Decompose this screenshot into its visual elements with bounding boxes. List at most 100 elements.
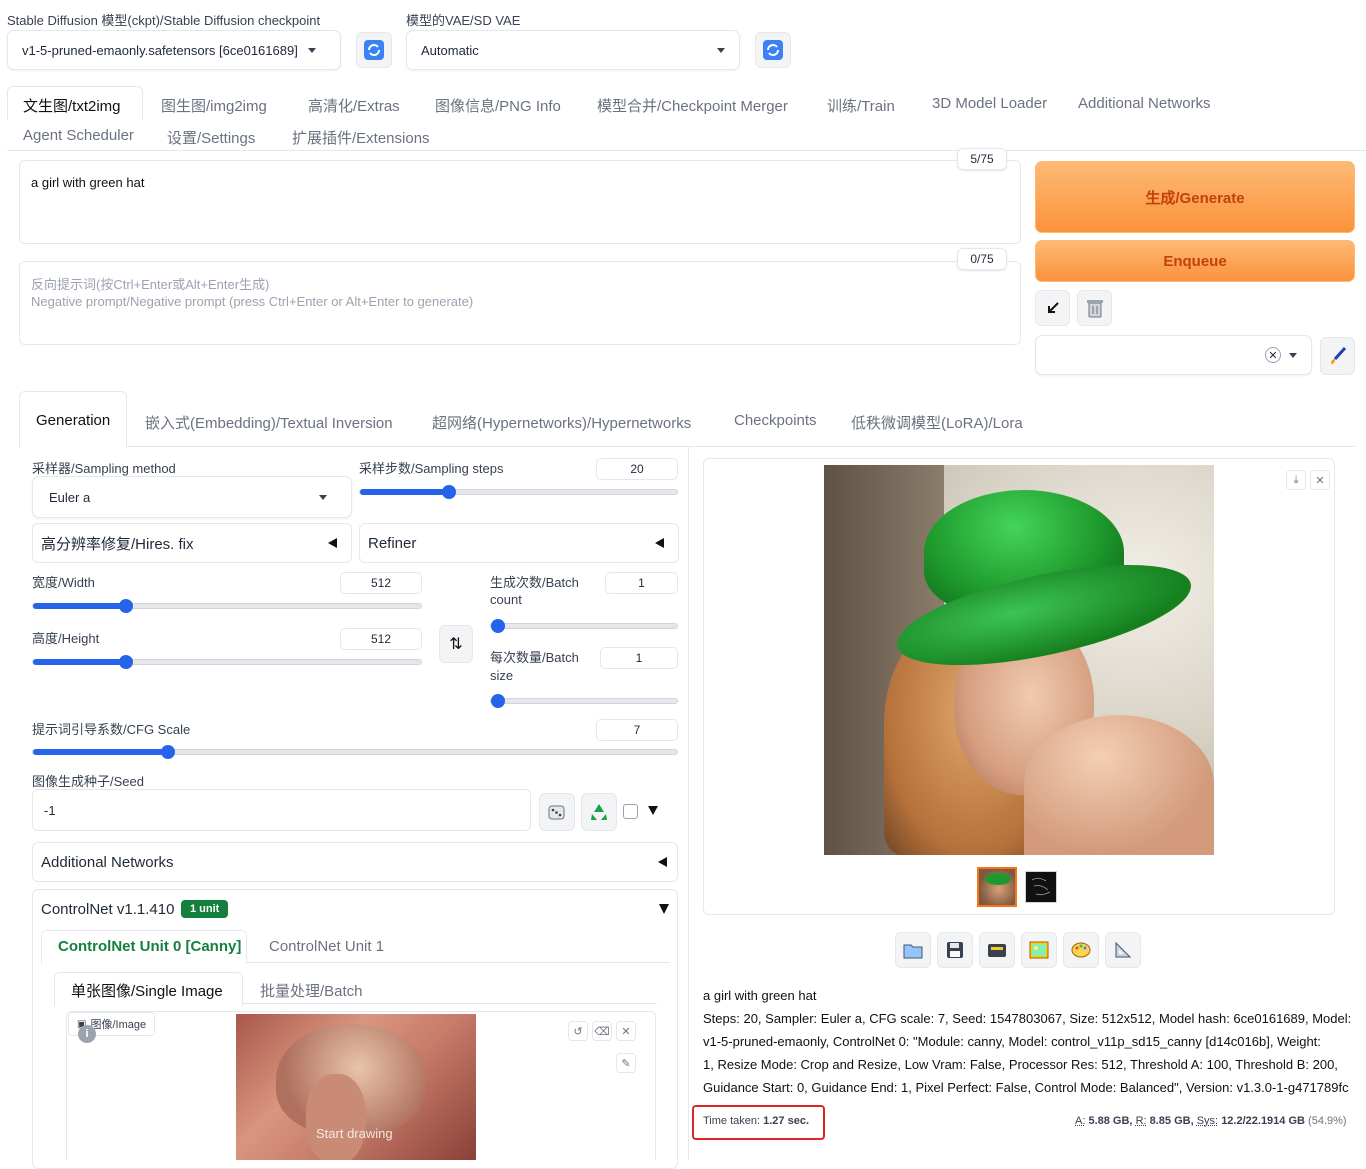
tab-controlnet-unit-0[interactable]: ControlNet Unit 0 [Canny] — [58, 938, 241, 955]
tab-textual-inversion[interactable]: 嵌入式(Embedding)/Textual Inversion — [145, 412, 393, 433]
cfg-input[interactable]: 7 — [596, 719, 678, 741]
vae-select[interactable]: Automatic — [406, 30, 740, 70]
clear-icon[interactable]: ✕ — [1265, 347, 1281, 363]
checkpoint-value: v1-5-pruned-emaonly.safetensors [6ce0161… — [22, 42, 298, 58]
steps-label: 采样步数/Sampling steps — [359, 461, 504, 476]
picture-icon — [1029, 941, 1049, 959]
arrow-down-left-icon — [1047, 302, 1059, 313]
width-slider[interactable] — [32, 599, 422, 613]
tab-hypernetworks[interactable]: 超网络(Hypernetworks)/Hypernetworks — [432, 412, 691, 433]
tab-checkpoint-merger[interactable]: 模型合并/Checkpoint Merger — [597, 95, 788, 116]
tab-extras[interactable]: 高清化/Extras — [308, 95, 400, 116]
image-tab-divider — [243, 1003, 657, 1004]
width-slider-knob[interactable] — [119, 599, 134, 613]
batch-size-slider-knob[interactable] — [491, 694, 505, 708]
width-input[interactable]: 512 — [340, 572, 422, 594]
tab-controlnet-unit-1[interactable]: ControlNet Unit 1 — [269, 938, 384, 955]
batch-size-slider[interactable] — [490, 694, 678, 708]
tab-agent-scheduler[interactable]: Agent Scheduler — [23, 127, 134, 144]
tab-extensions[interactable]: 扩展插件/Extensions — [292, 127, 430, 148]
tab-txt2img[interactable]: 文生图/txt2img — [23, 95, 121, 116]
checkpoint-select[interactable]: v1-5-pruned-emaonly.safetensors [6ce0161… — [7, 30, 341, 70]
steps-slider[interactable] — [359, 485, 678, 499]
mem-sys-value: 12.2/22.1914 GB — [1221, 1115, 1305, 1127]
undo-button[interactable]: ↺ — [568, 1021, 588, 1041]
refiner-accordion[interactable]: Refiner — [359, 523, 679, 563]
tab-batch[interactable]: 批量处理/Batch — [260, 980, 363, 1001]
seed-input[interactable]: -1 — [32, 789, 531, 831]
trash-icon — [1086, 300, 1103, 318]
tab-checkpoints[interactable]: Checkpoints — [734, 412, 817, 429]
seed-label: 图像生成种子/Seed — [32, 774, 144, 789]
tab-settings[interactable]: 设置/Settings — [167, 127, 255, 148]
refresh-icon — [364, 40, 384, 60]
close-image-button[interactable]: ✕ — [616, 1021, 636, 1041]
paintbrush-icon — [1330, 346, 1346, 364]
enqueue-button[interactable]: Enqueue — [1035, 240, 1355, 282]
open-folder-button[interactable] — [895, 932, 931, 968]
additional-networks-accordion[interactable]: Additional Networks — [32, 842, 678, 882]
negative-prompt-textarea[interactable]: 反向提示词(按Ctrl+Enter或Alt+Enter生成) Negative … — [19, 261, 1021, 345]
cfg-slider-knob[interactable] — [161, 745, 176, 759]
batch-count-slider[interactable] — [490, 619, 678, 633]
generate-button[interactable]: 生成/Generate — [1035, 161, 1355, 233]
thumbnail-canny[interactable] — [1025, 871, 1057, 903]
controlnet-input-image[interactable]: Start drawing — [236, 1014, 476, 1160]
tab-lora[interactable]: 低秩微调模型(LoRA)/Lora — [851, 412, 1023, 433]
refresh-icon — [763, 40, 783, 60]
info-icon: i — [78, 1025, 96, 1043]
tab-additional-networks[interactable]: Additional Networks — [1078, 95, 1211, 112]
random-seed-button[interactable] — [539, 793, 575, 831]
edit-styles-button[interactable] — [1320, 337, 1355, 375]
hires-fix-accordion[interactable]: 高分辨率修复/Hires. fix — [32, 523, 352, 563]
prompt-textarea[interactable]: a girl with green hat — [19, 160, 1021, 244]
height-slider-knob[interactable] — [119, 655, 134, 669]
batch-count-input[interactable]: 1 — [605, 572, 678, 594]
batch-size-input[interactable]: 1 — [600, 647, 678, 669]
steps-input[interactable]: 20 — [596, 458, 678, 480]
refresh-vae-button[interactable] — [755, 32, 791, 68]
zip-button[interactable] — [979, 932, 1015, 968]
tab-png-info[interactable]: 图像信息/PNG Info — [435, 95, 561, 116]
steps-slider-knob[interactable] — [441, 485, 456, 499]
tab-3d-model-loader[interactable]: 3D Model Loader — [932, 95, 1047, 112]
brush-button[interactable]: ✎ — [616, 1053, 636, 1073]
swap-dimensions-button[interactable]: ⇅ — [439, 625, 473, 663]
height-input[interactable]: 512 — [340, 628, 422, 650]
send-to-img2img-button[interactable] — [1021, 932, 1057, 968]
clear-prompt-button[interactable] — [1077, 290, 1112, 326]
read-params-button[interactable] — [1035, 290, 1070, 326]
thumbnail-generated[interactable] — [977, 867, 1017, 907]
dice-icon — [548, 805, 565, 820]
floppy-icon — [947, 942, 963, 958]
swap-arrows-icon: ⇅ — [449, 636, 463, 653]
sampler-label: 采样器/Sampling method — [32, 461, 176, 476]
controlnet-collapse-icon[interactable] — [659, 904, 669, 914]
extra-seed-toggle-icon[interactable] — [648, 806, 658, 815]
tab-train[interactable]: 训练/Train — [827, 95, 895, 116]
tab-generation[interactable]: Generation — [36, 412, 110, 429]
download-button[interactable]: ⤓ — [1286, 470, 1306, 490]
sampler-select[interactable]: Euler a — [32, 476, 352, 518]
close-gallery-button[interactable]: ✕ — [1310, 470, 1330, 490]
tab-single-image[interactable]: 单张图像/Single Image — [71, 980, 223, 1001]
mem-a-label: A: — [1075, 1115, 1086, 1127]
tab-img2img[interactable]: 图生图/img2img — [161, 95, 267, 116]
batch-count-label-2: count — [490, 592, 522, 607]
batch-count-slider-knob[interactable] — [491, 619, 505, 633]
cfg-slider[interactable] — [32, 745, 678, 759]
save-button[interactable] — [937, 932, 973, 968]
checkpoint-label: Stable Diffusion 模型(ckpt)/Stable Diffusi… — [7, 13, 321, 28]
generated-image[interactable] — [824, 465, 1214, 855]
refresh-checkpoint-button[interactable] — [356, 32, 392, 68]
styles-select[interactable]: ✕ — [1035, 335, 1312, 375]
height-slider[interactable] — [32, 655, 422, 669]
reuse-seed-button[interactable] — [581, 793, 617, 831]
send-to-extras-button[interactable] — [1105, 932, 1141, 968]
prompt-text: a girl with green hat — [31, 175, 145, 190]
send-to-inpaint-button[interactable] — [1063, 932, 1099, 968]
time-taken-value: 1.27 sec. — [763, 1115, 809, 1127]
extra-seed-checkbox[interactable] — [623, 804, 638, 819]
erase-button[interactable]: ⌫ — [592, 1021, 612, 1041]
time-taken: Time taken: 1.27 sec. — [703, 1115, 809, 1127]
